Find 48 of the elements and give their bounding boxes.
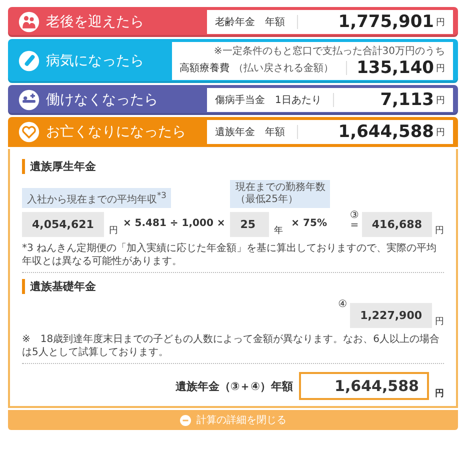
total-label: 遺族年金（③＋④）年額 (175, 379, 293, 395)
scenario-title: 働けなくなったら (46, 91, 158, 109)
total-value: 1,644,588 (299, 372, 429, 400)
amount-label: 高額療養費 (180, 63, 230, 74)
result-value: 416,688 (362, 212, 432, 237)
amount-value: 1,775,901 (337, 12, 434, 32)
section-heading: 遺族基礎年金 (22, 279, 444, 294)
amount-sublabel: （払い戻される金額） (234, 63, 334, 74)
amount-label: 傷病手当金 1日あたり (215, 95, 322, 106)
caption-bubble: 入社から現在までの平均年収$^{*3}$ (22, 188, 172, 208)
amount-label: 遺族年金 年額 (215, 127, 285, 138)
year-unit: 年 (274, 224, 284, 237)
equals-sign: = (350, 221, 359, 231)
yen-unit: 円 (436, 127, 445, 139)
result-value: 1,227,900 (350, 303, 432, 328)
yen-unit: 円 (108, 225, 118, 237)
income-value: 4,054,621 (22, 212, 104, 237)
amount-value: 135,140 (356, 58, 434, 78)
circled-number: ④ (338, 300, 348, 312)
scenario-header[interactable]: 老後を迎えたら 老齢年金 年額 1,775,901 円 (8, 7, 458, 37)
caption-bubble: 現在までの勤務年数 （最低25年） (230, 180, 330, 208)
scenario-title: お亡くなりになったら (46, 123, 186, 141)
formula-operator: × 75% (291, 218, 328, 231)
yen-unit: 円 (436, 17, 445, 29)
pencil-icon (18, 50, 40, 72)
formula-operator: × 5.481 ÷ 1,000 × (122, 218, 226, 231)
amount-label: 老齢年金 年額 (215, 17, 285, 28)
circled-number: ③ (350, 211, 359, 221)
yen-unit: 円 (436, 95, 445, 107)
minus-icon (180, 414, 190, 426)
amount-value: 1,644,588 (337, 122, 434, 142)
footnote: ※ 18歳到達年度末日までの子どもの人数によって金額が異なります。なお、6人以上の場合は5人として試算しております。 (22, 334, 440, 359)
scenario-header[interactable]: 働けなくなったら 傷病手当金 1日あたり 7,113 円 (8, 85, 458, 115)
scenario-title: 老後を迎えたら (46, 13, 144, 31)
yen-unit: 円 (435, 388, 444, 400)
scenario-title: 病気になったら (46, 52, 144, 70)
section-heading: 遺族厚生年金 (22, 159, 444, 174)
footnote: *3 ねんきん定期便の「加入実績に応じた年金額」を基に算出しておりますので、実際の平均年収とは異なる可能性があります。 (22, 243, 438, 268)
family-icon (18, 11, 40, 33)
scenario-header[interactable]: お亡くなりになったら 遺族年金 年額 1,644,588 円 (8, 117, 458, 147)
amount-value: 7,113 (379, 90, 434, 110)
yen-unit: 円 (436, 63, 445, 75)
yen-unit: 円 (435, 225, 444, 237)
condition-note: ※一定条件のもと窓口で支払った合計30万円のうち (214, 44, 445, 58)
bed-icon (18, 89, 40, 111)
scenario-header[interactable]: 病気になったら ※一定条件のもと窓口で支払った合計30万円のうち 高額療養費 （払い戻される金額） 135,140 円 (8, 39, 458, 83)
yen-unit: 円 (435, 316, 444, 328)
years-value: 25 (230, 212, 269, 237)
